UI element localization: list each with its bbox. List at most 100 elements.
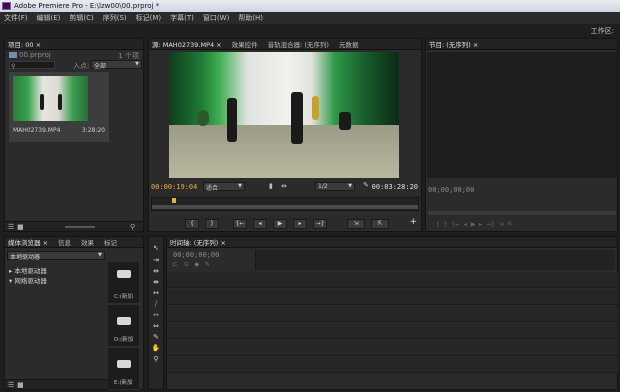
menu-bar: 文件(F) 编辑(E) 剪辑(C) 序列(S) 标记(M) 字幕(T) 窗口(W… [0,12,620,24]
drive-icon [117,270,131,278]
tab-media-browser[interactable]: 媒体浏览器 × [8,237,48,247]
in-dropdown[interactable]: 全部 ▼ [91,60,142,70]
folder-icon [9,52,17,58]
menu-file[interactable]: 文件(F) [4,13,28,23]
snap-icon[interactable]: ⊏ [173,261,178,268]
menu-marker[interactable]: 标记(M) [136,13,162,23]
icon-view-icon[interactable]: ■ [17,223,24,231]
menu-title[interactable]: 字幕(T) [170,13,194,23]
search-icon[interactable]: ⚲ [130,223,135,231]
track-row [167,306,618,322]
list-view-icon[interactable]: ☰ [8,381,14,389]
program-transport: { } {← ◂ ▶ ▸ →} ⇲ ⇱ [436,221,513,228]
program-scrollbar[interactable] [428,211,616,215]
source-timecode-in[interactable]: 00:00:19:04 [151,183,197,191]
drag-video-icon[interactable]: ▮ [269,182,273,190]
mark-out-button[interactable]: } [205,219,219,229]
source-monitor-panel: 源: MAH02739.MP4 × 效果控件 音轨混合器: (无序列) 元数据 … [148,38,422,232]
source-video-frame [169,52,399,178]
timeline-settings-icon[interactable]: ✎ [205,261,210,268]
timeline-timecode[interactable]: 00;00;00;00 [173,251,219,259]
playhead[interactable] [172,198,176,203]
plant-icon [197,110,209,126]
overwrite-button[interactable]: ⇱ [371,219,389,229]
track-row [167,323,618,339]
workspace-label[interactable]: 工作区: [591,26,614,36]
chevron-down-icon: ▼ [135,61,139,67]
go-to-out-button[interactable]: →} [313,219,327,229]
linked-selection-icon[interactable]: ⊙ [184,261,189,268]
go-to-in-button[interactable]: {← [233,219,247,229]
track-select-tool-icon[interactable]: ⇥ [151,256,161,264]
project-panel: 项目: 00 × 00.prproj 1 个项 ⚲ 入点: 全部 ▼ MAH02… [4,38,144,232]
ripple-edit-tool-icon[interactable]: ⇹ [151,267,161,275]
tab-project[interactable]: 项目: 00 × [8,39,41,49]
clip-thumbnail [13,76,88,121]
slide-tool-icon[interactable]: ⇔ [151,322,161,330]
rate-stretch-tool-icon[interactable]: ↔ [151,289,161,297]
menu-edit[interactable]: 编辑(E) [37,13,61,23]
tab-effects[interactable]: 效果 [81,237,94,247]
fit-dropdown[interactable]: 适合 ▼ [203,182,245,192]
premiere-logo-icon [2,2,11,10]
timeline-tools: ⊏ ⊙ ◆ ✎ [173,261,253,269]
program-monitor-panel: 节目: (无序列) × 00;00;00;00 { } {← ◂ ▶ ▸ →} … [425,38,618,232]
tab-timeline[interactable]: 时间轴: (无序列) × [170,237,226,247]
hand-tool-icon[interactable]: ✋ [151,344,161,352]
menu-help[interactable]: 帮助(H) [238,13,263,23]
track-row [167,340,618,356]
track-row [167,272,618,288]
tab-markers[interactable]: 标记 [104,237,117,247]
tree-item-network-drives[interactable]: ▾ 网络驱动器 [9,275,47,285]
tab-effect-controls[interactable]: 效果控件 [232,39,258,49]
search-icon: ⚲ [11,63,16,70]
timeline-ruler[interactable] [255,250,615,270]
project-file-name: 00.prproj [19,51,51,59]
drive-e[interactable]: E:(新加 [108,348,139,390]
menu-clip[interactable]: 剪辑(C) [69,13,93,23]
add-button-icon[interactable]: + [409,217,417,227]
window-title: Adobe Premiere Pro - E:\lzw00\00.prproj … [14,2,160,10]
chevron-down-icon: ▼ [348,183,352,189]
slip-tool-icon[interactable]: ⇿ [151,311,161,319]
insert-button[interactable]: ⇲ [347,219,365,229]
program-video-frame [427,52,617,178]
pen-tool-icon[interactable]: ✎ [151,333,161,341]
drive-c[interactable]: C:(新加 [108,262,139,304]
tree-item-local-drives[interactable]: ▸ 本地驱动器 [9,265,47,275]
resolution-dropdown[interactable]: 1/2 ▼ [315,182,355,191]
clip-tile[interactable]: MAH02739.MP4 3:28:20 [9,72,109,142]
settings-wrench-icon[interactable]: ✎ [363,181,369,189]
list-view-icon[interactable]: ☰ [8,223,14,231]
zoom-tool-icon[interactable]: ⚲ [151,355,161,363]
zoom-slider[interactable] [65,226,95,228]
search-input[interactable]: ⚲ [9,61,55,70]
tab-program[interactable]: 节目: (无序列) × [429,39,478,49]
step-back-button[interactable]: ◂ [253,219,267,229]
chevron-down-icon: ▼ [98,252,102,258]
menu-sequence[interactable]: 序列(S) [103,13,127,23]
track-row [167,289,618,305]
menu-window[interactable]: 窗口(W) [203,13,229,23]
drag-audio-icon[interactable]: ⇹ [281,182,287,190]
step-forward-button[interactable]: ▸ [293,219,307,229]
drive-icon [117,360,131,368]
tab-source[interactable]: 源: MAH02739.MP4 × [152,39,222,49]
add-marker-icon[interactable]: ◆ [195,261,200,268]
tab-metadata[interactable]: 元数据 [339,39,359,49]
mark-in-button[interactable]: { [185,219,199,229]
title-bar: Adobe Premiere Pro - E:\lzw00\00.prproj … [0,0,620,12]
tab-audio-mixer[interactable]: 音轨混合器: (无序列) [268,39,329,49]
icon-view-icon[interactable]: ■ [17,381,24,389]
drive-dropdown[interactable]: 本地驱动器 ▼ [7,251,105,261]
play-button[interactable]: ▶ [273,219,287,229]
track-row [167,357,618,373]
program-timecode[interactable]: 00;00;00;00 [428,186,474,194]
selection-tool-icon[interactable]: ↖ [151,244,161,252]
source-time-ruler[interactable] [151,197,419,211]
razor-tool-icon[interactable]: ⧸ [151,300,161,308]
rolling-edit-tool-icon[interactable]: ⇼ [151,278,161,286]
tab-info[interactable]: 信息 [58,237,71,247]
drive-d[interactable]: D:(新加 [108,305,139,347]
zoom-scrollbar[interactable] [152,205,418,209]
